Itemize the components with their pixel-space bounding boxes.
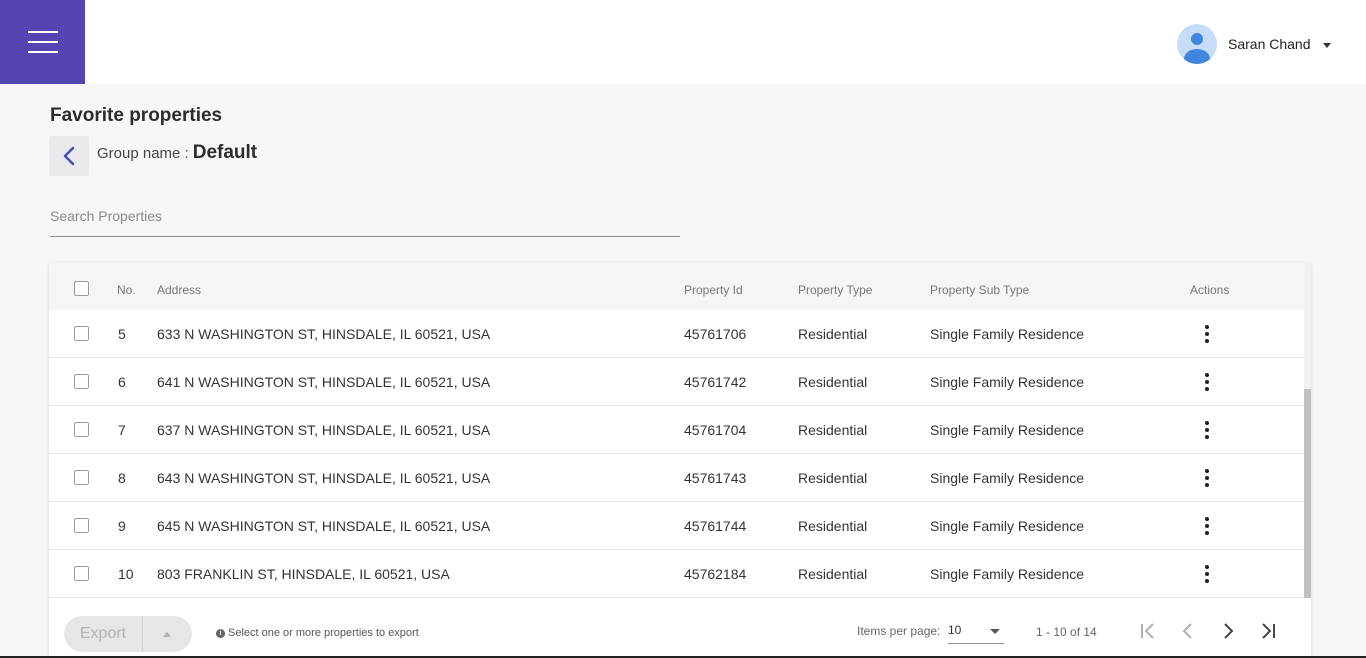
table-row[interactable]: 7 637 N WASHINGTON ST, HINSDALE, IL 6052… xyxy=(49,406,1304,454)
hamburger-icon xyxy=(27,31,58,33)
row-property-sub-type: Single Family Residence xyxy=(930,566,1085,582)
row-property-sub-type: Single Family Residence xyxy=(930,518,1085,534)
caret-down-icon xyxy=(1322,43,1331,48)
chevron-right-icon xyxy=(1224,623,1234,639)
row-number: 8 xyxy=(118,470,126,486)
more-vert-icon[interactable] xyxy=(1197,322,1217,346)
more-vert-icon[interactable] xyxy=(1197,514,1217,538)
group-name-line: Group name : Default xyxy=(97,142,257,164)
export-split-button[interactable]: Export xyxy=(64,616,192,652)
export-menu-toggle[interactable] xyxy=(143,616,191,652)
last-page-icon xyxy=(1262,623,1275,639)
chevron-left-icon xyxy=(63,146,75,166)
page-title: Favorite properties xyxy=(50,105,223,126)
table-row[interactable]: 8 643 N WASHINGTON ST, HINSDALE, IL 6052… xyxy=(49,454,1304,502)
scrollbar-thumb[interactable] xyxy=(1304,389,1311,598)
row-address: 641 N WASHINGTON ST, HINSDALE, IL 60521,… xyxy=(157,374,491,390)
row-address: 637 N WASHINGTON ST, HINSDALE, IL 60521,… xyxy=(157,422,491,438)
row-property-type: Residential xyxy=(798,566,868,582)
export-hint: i Select one or more properties to expor… xyxy=(216,627,419,639)
group-name-label: Group name : xyxy=(97,145,189,162)
row-property-type: Residential xyxy=(798,374,868,390)
chevron-down-icon xyxy=(990,629,1000,634)
more-vert-icon[interactable] xyxy=(1197,466,1217,490)
row-number: 9 xyxy=(118,518,126,534)
caret-up-icon xyxy=(163,631,171,637)
row-checkbox[interactable] xyxy=(74,470,89,485)
table-row[interactable]: 10 803 FRANKLIN ST, HINSDALE, IL 60521, … xyxy=(49,550,1304,598)
row-address: 803 FRANKLIN ST, HINSDALE, IL 60521, USA xyxy=(157,566,450,582)
row-property-id: 45761743 xyxy=(684,470,747,486)
user-menu[interactable]: Saran Chand xyxy=(1177,24,1331,64)
row-property-sub-type: Single Family Residence xyxy=(930,422,1085,438)
export-hint-text: Select one or more properties to export xyxy=(228,627,419,639)
items-per-page-label: Items per page: xyxy=(857,624,941,638)
row-number: 5 xyxy=(118,326,126,342)
last-page-button[interactable] xyxy=(1255,618,1281,644)
column-header-address[interactable]: Address xyxy=(157,283,201,297)
row-property-id: 45761704 xyxy=(684,422,747,438)
avatar xyxy=(1177,24,1217,64)
column-header-property-id[interactable]: Property Id xyxy=(684,283,743,297)
row-number: 6 xyxy=(118,374,126,390)
row-address: 645 N WASHINGTON ST, HINSDALE, IL 60521,… xyxy=(157,518,491,534)
column-header-no: No. xyxy=(117,283,136,297)
export-button[interactable]: Export xyxy=(64,616,143,652)
info-icon: i xyxy=(216,628,225,638)
row-checkbox[interactable] xyxy=(74,374,89,389)
row-address: 643 N WASHINGTON ST, HINSDALE, IL 60521,… xyxy=(157,470,491,486)
row-property-type: Residential xyxy=(798,470,868,486)
next-page-button[interactable] xyxy=(1215,618,1241,644)
back-button[interactable] xyxy=(49,136,89,176)
row-property-type: Residential xyxy=(798,422,868,438)
hamburger-menu-button[interactable] xyxy=(0,0,85,84)
group-name-value: Default xyxy=(192,142,258,163)
row-property-id: 45761744 xyxy=(684,518,747,534)
items-per-page-value: 10 xyxy=(948,623,962,637)
first-page-icon xyxy=(1141,623,1154,639)
row-checkbox[interactable] xyxy=(74,518,89,533)
first-page-button[interactable] xyxy=(1135,618,1161,644)
row-property-sub-type: Single Family Residence xyxy=(930,374,1085,390)
more-vert-icon[interactable] xyxy=(1197,370,1217,394)
pagination-range: 1 - 10 of 14 xyxy=(1036,625,1097,639)
table-row[interactable]: 9 645 N WASHINGTON ST, HINSDALE, IL 6052… xyxy=(49,502,1304,550)
table-footer: Export i Select one or more properties t… xyxy=(49,598,1311,658)
row-checkbox[interactable] xyxy=(74,326,89,341)
table-row[interactable]: 5 633 N WASHINGTON ST, HINSDALE, IL 6052… xyxy=(49,310,1304,358)
row-number: 7 xyxy=(118,422,126,438)
row-property-id: 45761742 xyxy=(684,374,747,390)
column-header-actions: Actions xyxy=(1190,283,1230,297)
user-name: Saran Chand xyxy=(1228,36,1311,52)
search-input[interactable] xyxy=(50,196,680,237)
items-per-page-select[interactable]: 10 xyxy=(948,620,1004,644)
column-header-property-type[interactable]: Property Type xyxy=(798,283,872,297)
row-address: 633 N WASHINGTON ST, HINSDALE, IL 60521,… xyxy=(157,326,491,342)
row-property-type: Residential xyxy=(798,326,868,342)
row-property-id: 45761706 xyxy=(684,326,747,342)
row-checkbox[interactable] xyxy=(74,566,89,581)
row-number: 10 xyxy=(118,566,134,582)
previous-page-button[interactable] xyxy=(1175,618,1201,644)
properties-table-card: No. Address Property Id Property Type Pr… xyxy=(49,262,1311,658)
row-property-sub-type: Single Family Residence xyxy=(930,470,1085,486)
more-vert-icon[interactable] xyxy=(1197,562,1217,586)
more-vert-icon[interactable] xyxy=(1197,418,1217,442)
row-checkbox[interactable] xyxy=(74,422,89,437)
table-scrollbar[interactable] xyxy=(1304,262,1311,598)
row-property-sub-type: Single Family Residence xyxy=(930,326,1085,342)
select-all-checkbox[interactable] xyxy=(74,281,89,296)
column-header-property-sub-type[interactable]: Property Sub Type xyxy=(930,283,1029,297)
top-bar: Saran Chand xyxy=(0,0,1366,84)
table-row[interactable]: 6 641 N WASHINGTON ST, HINSDALE, IL 6052… xyxy=(49,358,1304,406)
chevron-left-icon xyxy=(1182,623,1192,639)
row-property-type: Residential xyxy=(798,518,868,534)
row-property-id: 45762184 xyxy=(684,566,747,582)
